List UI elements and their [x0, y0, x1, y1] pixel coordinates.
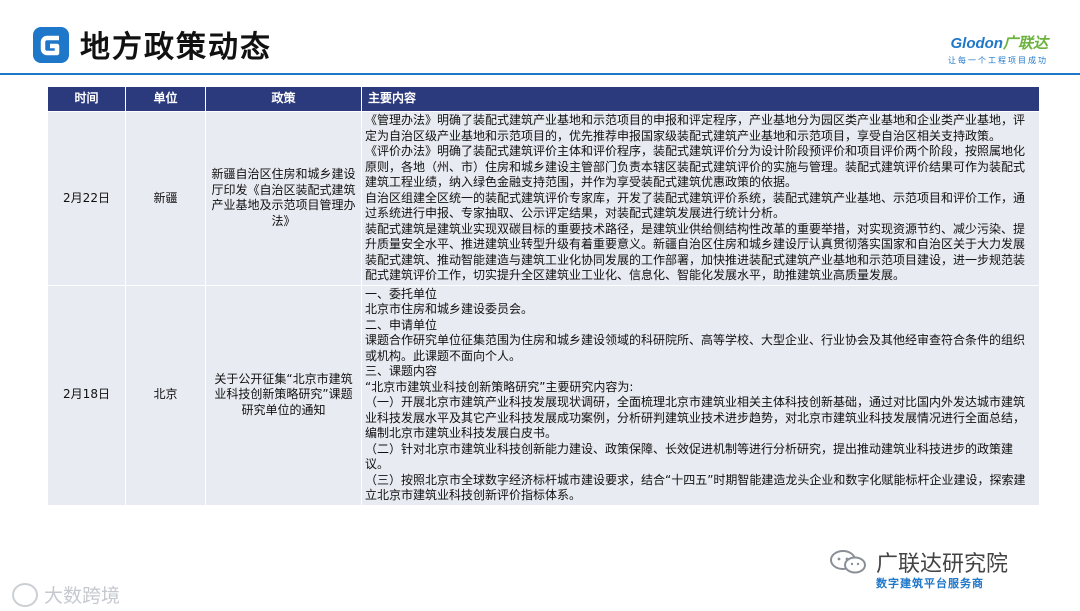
cell-policy: 关于公开征集“北京市建筑业科技创新策略研究”课题研究单位的通知: [205, 284, 362, 506]
content-heading: 三、课题内容: [365, 364, 438, 378]
cell-unit: 新疆: [125, 111, 206, 286]
content-paragraph: （二）针对北京市建筑业科技创新能力建设、政策保障、长效促进机制等进行分析研究，提…: [365, 441, 1014, 472]
table-row: 2月22日 新疆 新疆自治区住房和城乡建设厅印发《自治区装配式建筑产业基地及示范…: [47, 111, 1040, 286]
cell-unit: 北京: [125, 284, 206, 506]
content-paragraph: （三）按照北京市全球数字经济标杆城市建设要求，结合“十四五”时期智能建造龙头企业…: [365, 472, 1026, 503]
cell-content: 一、委托单位 北京市住房和城乡建设委员会。 二、申请单位 课题合作研究单位征集范…: [361, 284, 1040, 506]
content-heading: 一、委托单位: [365, 286, 438, 301]
table-row: 2月18日 北京 关于公开征集“北京市建筑业科技创新策略研究”课题研究单位的通知…: [47, 284, 1040, 506]
column-header-date: 时间: [47, 86, 126, 112]
brand-name-latin: Glodon: [950, 35, 1003, 52]
content-paragraph: 《管理办法》明确了装配式建筑产业基地和示范项目的申报和评定程序，产业基地分为园区…: [365, 113, 1026, 143]
content-paragraph: 自治区组建全区统一的装配式建筑评价专家库，开发了装配式建筑评价系统，装配式建筑产…: [365, 190, 1026, 221]
content-paragraph: “北京市建筑业科技创新策略研究”主要研究内容为:: [365, 379, 634, 394]
watermark-logo-icon: [12, 582, 38, 607]
content-paragraph: 《评价办法》明确了装配式建筑评价主体和评价程序，装配式建筑评价分为设计阶段预评价…: [365, 144, 1026, 189]
cell-content: 《管理办法》明确了装配式建筑产业基地和示范项目的申报和评定程序，产业基地分为园区…: [361, 111, 1040, 286]
content-paragraph: 北京市住房和城乡建设委员会。: [365, 302, 534, 316]
content-heading: 二、申请单位: [365, 317, 438, 332]
content-paragraph: 装配式建筑是建筑业实现双碳目标的重要技术路径，是建筑业供给侧结构性改革的重要举措…: [365, 221, 1026, 283]
platform-tagline: 数字建筑平台服务商: [876, 577, 984, 590]
column-header-unit: 单位: [125, 86, 206, 112]
wechat-account-name: 广联达研究院: [876, 552, 1009, 577]
brand-name-cn: 广联达: [1002, 35, 1048, 52]
content-paragraph: （一）开展北京市建筑产业科技发展现状调研，全面梳理北京市建筑业相关主体科技创新基…: [365, 395, 1026, 440]
cell-date: 2月18日: [47, 284, 126, 506]
header-divider: [0, 73, 1080, 75]
glodon-g-logo-icon: [33, 27, 69, 63]
content-paragraph: 课题合作研究单位征集范围为住房和城乡建设领域的科研院所、高等学校、大型企业、行业…: [365, 333, 1026, 363]
policy-table: 时间 单位 政策 主要内容 2月22日 新疆 新疆自治区住房和城乡建设厅印发《自…: [47, 86, 1040, 506]
wechat-icon: [828, 548, 868, 576]
column-header-policy: 政策: [205, 86, 362, 112]
table-header-row: 时间 单位 政策 主要内容: [47, 86, 1040, 112]
cell-date: 2月22日: [47, 111, 126, 286]
watermark-left-text: 大数跨境: [44, 585, 121, 607]
brand-slogan: 让每一个工程项目成功: [948, 56, 1048, 65]
brand-name: Glodon广联达: [948, 32, 1048, 53]
watermark-left: 大数跨境: [12, 581, 120, 608]
slide-header: 地方政策动态 Glodon广联达 让每一个工程项目成功: [0, 0, 1080, 78]
column-header-content: 主要内容: [361, 86, 1040, 112]
wechat-watermark: 广联达研究院: [828, 546, 1008, 578]
cell-policy: 新疆自治区住房和城乡建设厅印发《自治区装配式建筑产业基地及示范项目管理办法》: [205, 111, 362, 286]
brand-logo: Glodon广联达 让每一个工程项目成功: [948, 32, 1048, 66]
page-title: 地方政策动态: [80, 30, 272, 65]
